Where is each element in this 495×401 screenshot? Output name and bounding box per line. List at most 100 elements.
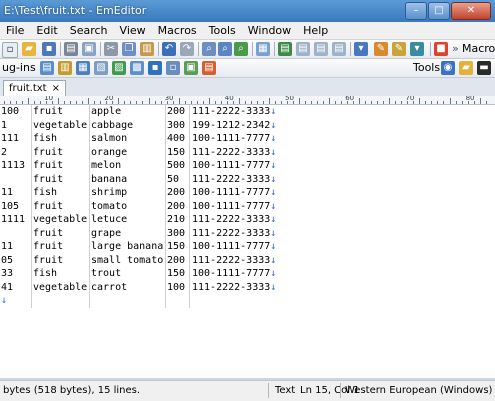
menu-macros[interactable]: Macros (152, 22, 203, 39)
ruler-tick (34, 101, 36, 104)
menu-view[interactable]: View (114, 22, 152, 39)
plugin-word-count-icon[interactable]: ▫ (166, 61, 180, 75)
copy-icon[interactable]: ❐ (122, 42, 136, 56)
plugin-character-code-icon[interactable]: ▪ (148, 61, 162, 75)
line-end-mark: ↓ (270, 119, 277, 131)
tool-browser-icon[interactable]: ◉ (441, 61, 455, 75)
filter-icon[interactable]: ▦ (256, 42, 270, 56)
status-encoding[interactable]: Western European (Windows) (345, 385, 492, 396)
menu-search[interactable]: Search (64, 22, 114, 39)
font-dropdown-icon[interactable]: ▾ (410, 42, 424, 56)
text-line[interactable]: 1111 vegetable letuce 210 111-2222-3333 ↓ (0, 213, 495, 227)
text-line[interactable]: 41 vegetable carrot 100 111-2222-3333 ↓ (0, 281, 495, 295)
maximize-button[interactable]: □ (428, 2, 450, 20)
ruler-tick (22, 101, 24, 104)
ruler-tick (256, 101, 258, 104)
text-line[interactable]: 1113 fruit melon 500 100-1111-7777 ↓ (0, 159, 495, 173)
cell-id: 05 (1, 254, 14, 266)
ruler-tick (82, 101, 84, 104)
tool-explorer-icon[interactable]: ▰ (459, 61, 473, 75)
stop-macro-icon[interactable]: ■ (434, 42, 448, 56)
tools-toolbar-label[interactable]: Tools (413, 61, 440, 74)
replace-icon[interactable]: ⌕ (234, 42, 248, 56)
text-editor[interactable]: 100 fruit apple 200 111-2222-3333 ↓ 1 vegetable… (0, 105, 495, 378)
text-line[interactable]: 1 vegetable cabbage 300 199-1212-2342 ↓ (0, 119, 495, 133)
save-icon[interactable]: ▪ (42, 42, 56, 56)
toolbar-overflow-icon[interactable]: » (452, 42, 459, 55)
line-end-mark: ↓ (270, 281, 277, 293)
plugin-word-complete-icon[interactable]: ▨ (112, 61, 126, 75)
ruler-tick (142, 101, 144, 104)
find-icon[interactable]: ⌕ (202, 42, 216, 56)
menu-edit[interactable]: Edit (30, 22, 63, 39)
text-line[interactable]: 105 fruit tomato 200 100-1111-7777 ↓ (0, 200, 495, 214)
text-line[interactable]: 100 fruit apple 200 111-2222-3333 ↓ (0, 105, 495, 119)
menu-help[interactable]: Help (297, 22, 334, 39)
ruler-tick (443, 101, 445, 104)
close-button[interactable]: ✕ (451, 2, 491, 20)
plugin-snippets-icon[interactable]: ▧ (94, 61, 108, 75)
ruler-tick (305, 101, 307, 104)
plugin-html-bar-icon[interactable]: ▩ (130, 61, 144, 75)
ruler-number: 80 (465, 96, 475, 102)
ruler-number: 40 (224, 96, 234, 102)
redo-icon[interactable]: ↷ (180, 42, 194, 56)
config-dropdown-icon[interactable]: ▾ (354, 42, 368, 56)
menu-bar: File Edit Search View Macros Tools Windo… (0, 22, 495, 40)
text-line[interactable]: 05 fruit small tomato 200 111-2222-3333 ↓ (0, 254, 495, 268)
text-line[interactable]: 2 fruit orange 150 111-2222-3333 ↓ (0, 146, 495, 160)
ruler-tick (262, 101, 264, 104)
text-line[interactable]: 11 fish shrimp 200 100-1111-7777 ↓ (0, 186, 495, 200)
plugins-toolbar-label[interactable]: ug-ins (2, 61, 36, 74)
text-line[interactable]: 33 fish trout 150 100-1111-7777 ↓ (0, 267, 495, 281)
paste-icon[interactable]: ▥ (140, 42, 154, 56)
menu-tools[interactable]: Tools (203, 22, 242, 39)
cell-phone: 100-1111-7777 (192, 187, 271, 198)
print-icon[interactable]: ▤ (64, 42, 78, 56)
eof-mark: ↓ (1, 295, 8, 306)
plugin-explorer-icon[interactable]: ▤ (40, 61, 54, 75)
undo-icon[interactable]: ↶ (162, 42, 176, 56)
menu-file[interactable]: File (0, 22, 30, 39)
find-next-icon[interactable]: ⌕ (218, 42, 232, 56)
open-folder-icon[interactable]: ▰ (22, 42, 36, 56)
ruler-tick (425, 101, 427, 104)
wrap-none-icon[interactable]: ▤ (278, 42, 292, 56)
cell-id: 41 (1, 281, 14, 293)
tab-close-icon[interactable]: × (52, 81, 60, 96)
tab-fruit-txt[interactable]: fruit.txt × (3, 80, 66, 96)
cell-quantity: 300 (167, 227, 186, 239)
plugin-outline-icon[interactable]: ▦ (76, 61, 90, 75)
title-bar[interactable]: E:\Test\fruit.txt - EmEditor – □ ✕ (0, 0, 495, 22)
new-file-icon[interactable]: ▫ (2, 42, 18, 58)
minimize-button[interactable]: – (405, 2, 427, 20)
macros-toolbar-label[interactable]: Macros (462, 42, 495, 55)
wrap-by-char-icon[interactable]: ▤ (296, 42, 310, 56)
status-mode[interactable]: Text (275, 385, 295, 396)
wrap-by-page-icon[interactable]: ▤ (332, 42, 346, 56)
menu-window[interactable]: Window (242, 22, 297, 39)
text-line[interactable]: fruit grape 300 111-2222-3333 ↓ (0, 227, 495, 241)
ruler-tick (485, 101, 487, 104)
text-line[interactable]: 111 fish salmon 400 100-1111-7777 ↓ (0, 132, 495, 146)
ruler-tick (130, 101, 132, 104)
ruler-number: 50 (285, 96, 294, 102)
text-line[interactable]: 11 fruit large banana 150 100-1111-7777 ↓ (0, 240, 495, 254)
cell-category: fruit (33, 227, 64, 239)
ruler-tick (16, 101, 18, 104)
customize-icon[interactable]: ✎ (392, 42, 406, 56)
properties-icon[interactable]: ✎ (374, 42, 388, 56)
cut-icon[interactable]: ✂ (104, 42, 118, 56)
plugin-find-bar-icon[interactable]: ▣ (184, 61, 198, 75)
print-preview-icon[interactable]: ▣ (82, 42, 96, 56)
plugin-projects-icon[interactable]: ▥ (58, 61, 72, 75)
plugin-web-preview-icon[interactable]: ▤ (202, 61, 216, 75)
tool-command-prompt-icon[interactable]: ▬ (477, 61, 491, 75)
text-line[interactable]: fruit banana 50 111-2222-3333 ↓ (0, 173, 495, 187)
cell-item: salmon (91, 133, 128, 144)
ruler-tick (28, 98, 30, 104)
ruler-tick (136, 101, 138, 104)
ruler-tick (449, 98, 451, 104)
wrap-by-window-icon[interactable]: ▤ (314, 42, 328, 56)
line-end-mark: ↓ (270, 160, 277, 171)
